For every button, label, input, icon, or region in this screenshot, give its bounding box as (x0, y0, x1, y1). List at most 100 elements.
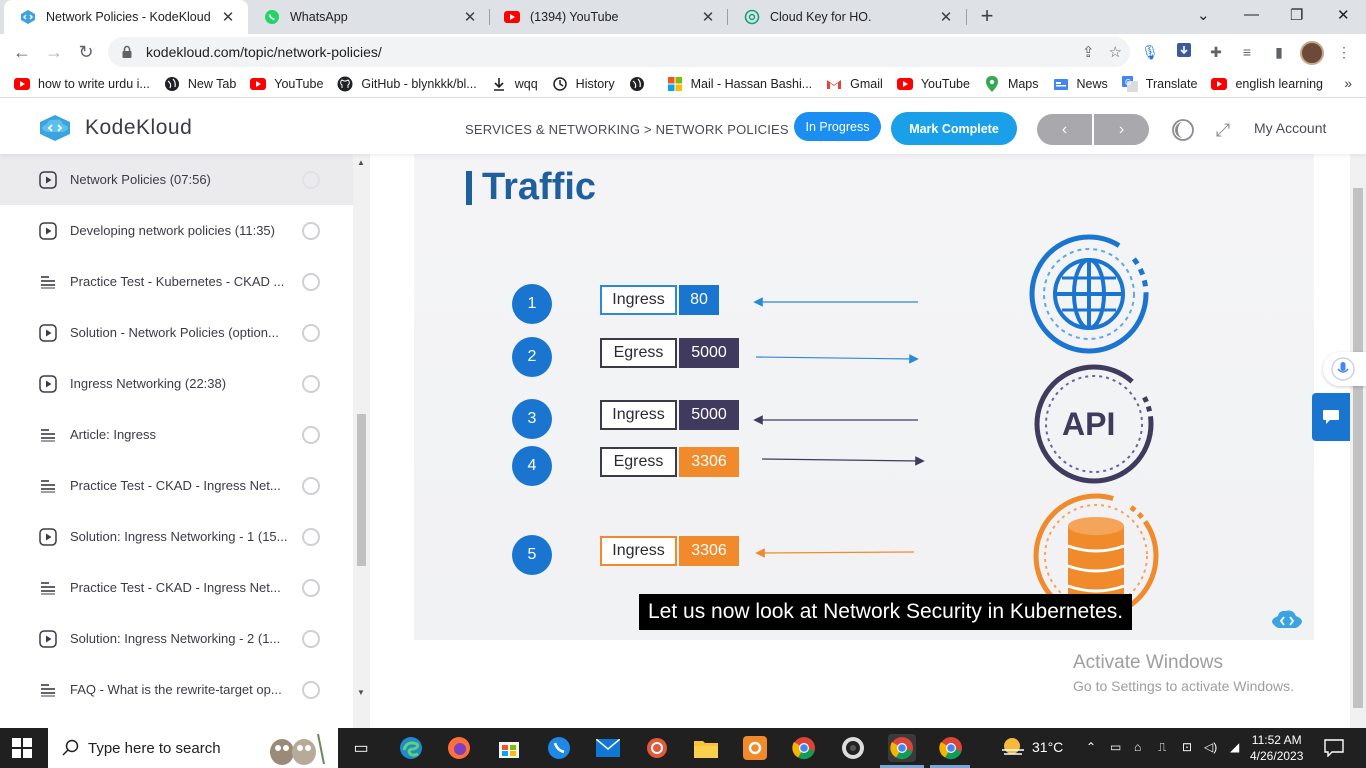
bookmark-item[interactable]: english learning (1211, 76, 1323, 92)
firefox-icon[interactable] (445, 734, 473, 762)
bookmark-item[interactable]: how to write urdu i... (14, 76, 150, 92)
bookmark-item[interactable]: History (552, 76, 615, 92)
bookmark-item[interactable]: Mail - Hassan Bashi... (667, 76, 812, 92)
taskbar-clock[interactable]: 11:52 AM 4/26/2023 (1250, 732, 1303, 764)
lesson-item[interactable]: Solution - Network Policies (option... (0, 307, 353, 358)
taskbar-search[interactable]: Type here to search (48, 728, 338, 768)
phone-link-icon[interactable] (545, 734, 573, 762)
lesson-complete-checkbox[interactable] (302, 170, 320, 189)
mark-complete-button[interactable]: Mark Complete (891, 112, 1017, 145)
lesson-complete-checkbox[interactable] (302, 323, 320, 342)
tab-search-icon[interactable]: ⌄ (1197, 6, 1210, 24)
lesson-item[interactable]: Ingress Networking (22:38) (0, 358, 353, 409)
scroll-up-icon[interactable]: ▲ (357, 158, 365, 167)
lesson-complete-checkbox[interactable] (302, 425, 320, 444)
menu-icon[interactable]: ⋮ (1334, 42, 1354, 62)
reading-list-icon[interactable]: ≡ (1237, 42, 1257, 62)
sidebar-scrollbar[interactable]: ▲ ▼ (353, 154, 369, 728)
new-tab-icon[interactable]: + (976, 5, 998, 27)
bookmark-item[interactable]: New Tab (164, 76, 236, 92)
fullscreen-icon[interactable]: ⤢ (1211, 118, 1235, 142)
breadcrumb[interactable]: SERVICES & NETWORKING > NETWORK POLICIES (465, 122, 789, 137)
bookmark-item[interactable]: Maps (984, 75, 1039, 92)
tab-youtube[interactable]: (1394) YouTube ✕ (488, 0, 728, 34)
battery-icon[interactable]: ▭ (1110, 740, 1121, 754)
reload-icon[interactable]: ↻ (74, 40, 98, 64)
previous-lesson-button[interactable]: ‹ (1037, 114, 1092, 145)
video-player[interactable]: Traffic 1 Ingress 80 2 Egress 5000 3 Ingress 500… (414, 154, 1314, 640)
chat-support-button[interactable] (1312, 393, 1350, 441)
share-icon[interactable]: ⇪ (1082, 43, 1095, 61)
weather-temperature[interactable]: 31°C (1032, 739, 1063, 755)
scroll-down-icon[interactable]: ▼ (357, 688, 365, 697)
tab-cloud-key[interactable]: Cloud Key for HO. ✕ (728, 0, 966, 34)
bookmark-item[interactable]: YouTube (896, 76, 970, 92)
voice-input-button[interactable] (1323, 352, 1366, 386)
page-scrollbar[interactable] (1350, 154, 1366, 728)
lesson-item[interactable]: Network Policies (07:56) (0, 154, 353, 205)
lesson-complete-checkbox[interactable] (302, 272, 320, 291)
usb-icon[interactable]: ⎍ (1158, 740, 1166, 755)
wifi-icon[interactable]: ◢ (1230, 740, 1239, 754)
close-tab-icon[interactable]: ✕ (938, 8, 954, 26)
lesson-complete-checkbox[interactable] (302, 221, 320, 240)
close-window-icon[interactable]: ✕ (1337, 6, 1350, 24)
file-explorer-icon[interactable] (692, 734, 720, 762)
lesson-complete-checkbox[interactable] (302, 680, 320, 699)
extensions-puzzle-icon[interactable]: ✚ (1206, 42, 1226, 62)
lesson-complete-checkbox[interactable] (302, 476, 320, 495)
settings-app-icon[interactable] (741, 734, 769, 762)
bookmark-item[interactable]: News (1053, 76, 1108, 92)
camera-app-icon[interactable] (839, 734, 867, 762)
notifications-icon[interactable] (1324, 739, 1344, 757)
lesson-item[interactable]: Solution: Ingress Networking - 2 (1... (0, 613, 353, 664)
lesson-item[interactable]: Practice Test - CKAD - Ingress Net... (0, 460, 353, 511)
voice-extension-icon[interactable]: 🎙 (1140, 42, 1160, 62)
minimize-icon[interactable]: — (1244, 6, 1259, 23)
chrome-icon[interactable] (790, 734, 818, 762)
lesson-item[interactable]: Practice Test - CKAD - Ingress Net... (0, 562, 353, 613)
bookmark-item[interactable]: GitHub - blynkkk/bl... (337, 76, 477, 92)
lesson-complete-checkbox[interactable] (302, 578, 320, 597)
snail-app-icon[interactable] (643, 734, 671, 762)
tab-kodekloud[interactable]: Network Policies - KodeKloud ✕ (4, 0, 248, 34)
bookmark-star-icon[interactable]: ☆ (1109, 43, 1122, 61)
lesson-item[interactable]: Developing network policies (11:35) (0, 205, 353, 256)
bookmark-item[interactable]: Gmail (826, 76, 883, 92)
close-tab-icon[interactable]: ✕ (462, 8, 478, 26)
address-bar[interactable]: kodekloud.com/topic/network-policies/ ⇪ … (108, 37, 1130, 67)
lesson-complete-checkbox[interactable] (302, 527, 320, 546)
close-tab-icon[interactable]: ✕ (220, 8, 236, 26)
bookmark-item[interactable]: wqq (491, 76, 538, 92)
network-icon[interactable]: ⌂ (1134, 740, 1141, 754)
volume-icon[interactable]: ◁) (1204, 740, 1217, 754)
edge-icon[interactable] (397, 734, 425, 762)
lesson-item[interactable]: FAQ - What is the rewrite-target op... (0, 664, 353, 715)
page-scroll-thumb[interactable] (1353, 188, 1363, 708)
dark-mode-icon[interactable] (1171, 118, 1195, 142)
close-tab-icon[interactable]: ✕ (700, 8, 716, 26)
restore-icon[interactable]: ❐ (1290, 6, 1303, 24)
tab-whatsapp[interactable]: WhatsApp ✕ (248, 0, 490, 34)
chrome-profile-icon[interactable] (888, 734, 916, 762)
lock-icon[interactable] (120, 45, 134, 59)
bookmark-item[interactable]: YouTube (250, 76, 323, 92)
next-lesson-button[interactable]: › (1094, 114, 1149, 145)
lesson-item[interactable]: Practice Test - Kubernetes - CKAD ... (0, 256, 353, 307)
kodekloud-logo[interactable]: KodeKloud (35, 114, 192, 142)
windows-start-icon[interactable] (12, 738, 32, 758)
display-icon[interactable]: ⊡ (1182, 740, 1192, 754)
mail-icon[interactable] (594, 734, 622, 762)
more-bookmarks-icon[interactable]: » (1344, 75, 1352, 91)
bookmark-item[interactable] (629, 76, 653, 92)
sidebar-scroll-thumb[interactable] (357, 414, 366, 566)
forward-icon[interactable]: → (42, 40, 66, 64)
weather-sun-icon[interactable] (1000, 736, 1026, 758)
show-hidden-icons-icon[interactable]: ⌃ (1086, 740, 1096, 754)
back-icon[interactable]: ← (10, 40, 34, 64)
chrome-alt-profile-icon[interactable] (937, 734, 965, 762)
in-progress-button[interactable]: In Progress (794, 112, 881, 141)
bookmark-item[interactable]: G Translate (1121, 75, 1197, 92)
lesson-item[interactable]: Article: Ingress (0, 409, 353, 460)
task-view-icon[interactable]: ▭ (347, 734, 375, 762)
